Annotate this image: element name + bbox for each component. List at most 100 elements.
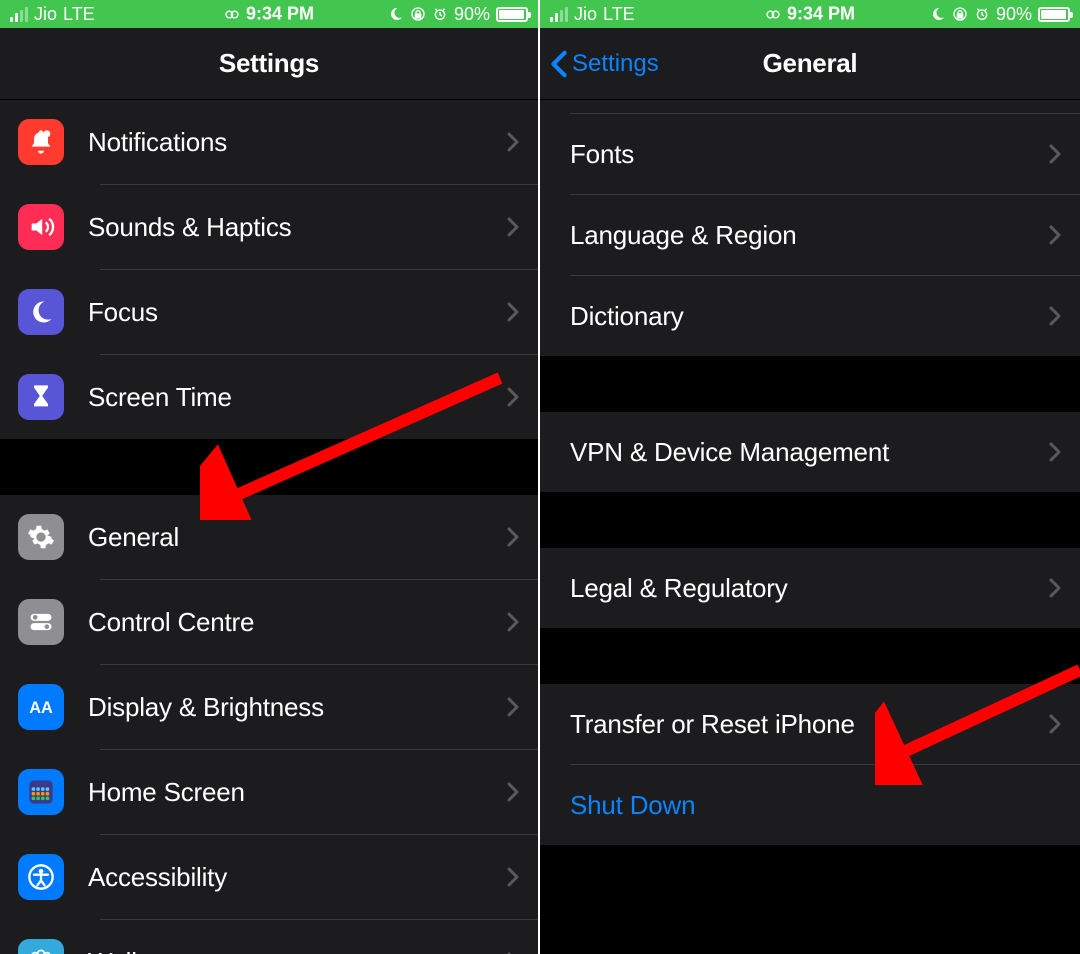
chevron-right-icon <box>1048 713 1062 735</box>
settings-row-display[interactable]: AA Display & Brightness <box>0 665 538 749</box>
partial-row <box>570 100 1080 114</box>
chevron-right-icon <box>506 216 520 238</box>
section-gap <box>540 628 1080 684</box>
section-gap <box>540 356 1080 412</box>
settings-row-label: Home Screen <box>88 777 506 808</box>
chevron-right-icon <box>506 526 520 548</box>
network-label: LTE <box>63 4 95 25</box>
settings-row-transfer[interactable]: Transfer or Reset iPhone <box>540 684 1080 764</box>
settings-row-general[interactable]: General <box>0 495 538 579</box>
flower-icon <box>18 939 64 954</box>
settings-row-label: Accessibility <box>88 862 506 893</box>
settings-group <box>540 100 1080 114</box>
nav-bar: Settings <box>0 28 538 100</box>
aa-icon: AA <box>18 684 64 730</box>
grid-icon <box>18 769 64 815</box>
settings-row-label: Notifications <box>88 127 506 158</box>
status-time: 9:34 PM <box>246 4 314 25</box>
settings-row-label: Focus <box>88 297 506 328</box>
orientation-lock-icon <box>410 6 426 22</box>
network-label: LTE <box>603 4 635 25</box>
section-gap <box>0 439 538 495</box>
settings-group: VPN & Device Management <box>540 412 1080 492</box>
chevron-right-icon <box>506 781 520 803</box>
chevron-right-icon <box>1048 577 1062 599</box>
settings-group: Transfer or Reset iPhone Shut Down <box>540 684 1080 845</box>
settings-group: Legal & Regulatory <box>540 548 1080 628</box>
signal-icon <box>550 6 568 22</box>
settings-row-sounds[interactable]: Sounds & Haptics <box>0 185 538 269</box>
page-title: Settings <box>219 48 319 79</box>
settings-row-shutdown[interactable]: Shut Down <box>540 765 1080 845</box>
chevron-right-icon <box>1048 305 1062 327</box>
settings-row-homescreen[interactable]: Home Screen <box>0 750 538 834</box>
chevron-right-icon <box>506 131 520 153</box>
dnd-moon-icon <box>388 6 404 22</box>
settings-row-label: Shut Down <box>570 790 1062 821</box>
carrier-label: Jio <box>34 4 57 25</box>
settings-row-label: VPN & Device Management <box>570 437 1048 468</box>
settings-row-label: Transfer or Reset iPhone <box>570 709 1048 740</box>
chevron-right-icon <box>506 301 520 323</box>
settings-row-wallpaper[interactable]: Wallpaper <box>0 920 538 954</box>
settings-row-accessibility[interactable]: Accessibility <box>0 835 538 919</box>
settings-row-label: Dictionary <box>570 301 1048 332</box>
alarm-icon <box>432 6 448 22</box>
speaker-icon <box>18 204 64 250</box>
general-scroll[interactable]: Fonts Language & Region Dictionary VPN & De… <box>540 100 1080 954</box>
carrier-label: Jio <box>574 4 597 25</box>
chevron-right-icon <box>1048 441 1062 463</box>
settings-row-vpn[interactable]: VPN & Device Management <box>540 412 1080 492</box>
settings-group: General Control Centre AA Display & Brightn… <box>0 495 538 954</box>
orientation-lock-icon <box>952 6 968 22</box>
status-bar: Jio LTE 9:34 PM 90% <box>540 0 1080 28</box>
settings-row-label: Language & Region <box>570 220 1048 251</box>
settings-row-legal[interactable]: Legal & Regulatory <box>540 548 1080 628</box>
dnd-moon-icon <box>930 6 946 22</box>
hotspot-icon <box>224 6 240 22</box>
chevron-right-icon <box>1048 143 1062 165</box>
page-title: General <box>763 48 858 79</box>
settings-scroll[interactable]: Notifications Sounds & Haptics Focus Screen… <box>0 100 538 954</box>
settings-row-label: Sounds & Haptics <box>88 212 506 243</box>
settings-row-dictionary[interactable]: Dictionary <box>540 276 1080 356</box>
chevron-right-icon <box>506 696 520 718</box>
battery-pct: 90% <box>996 4 1032 25</box>
settings-row-fonts[interactable]: Fonts <box>540 114 1080 194</box>
back-label: Settings <box>572 50 659 78</box>
screenshot-settings-root: Jio LTE 9:34 PM 90% <box>0 0 540 954</box>
settings-row-label: Control Centre <box>88 607 506 638</box>
settings-row-screentime[interactable]: Screen Time <box>0 355 538 439</box>
chevron-right-icon <box>506 611 520 633</box>
settings-row-label: Legal & Regulatory <box>570 573 1048 604</box>
signal-icon <box>10 6 28 22</box>
settings-row-label: General <box>88 522 506 553</box>
section-gap <box>540 845 1080 915</box>
section-gap <box>540 492 1080 548</box>
settings-row-controlcentre[interactable]: Control Centre <box>0 580 538 664</box>
nav-bar: Settings General <box>540 28 1080 100</box>
access-icon <box>18 854 64 900</box>
settings-row-focus[interactable]: Focus <box>0 270 538 354</box>
back-button[interactable]: Settings <box>550 50 659 78</box>
battery-pct: 90% <box>454 4 490 25</box>
settings-row-label: Screen Time <box>88 382 506 413</box>
settings-row-label: Wallpaper <box>88 947 506 954</box>
settings-row-notifications[interactable]: Notifications <box>0 100 538 184</box>
chevron-right-icon <box>1048 224 1062 246</box>
alarm-icon <box>974 6 990 22</box>
hourglass-icon <box>18 374 64 420</box>
settings-group: Notifications Sounds & Haptics Focus Screen… <box>0 100 538 439</box>
settings-row-lang[interactable]: Language & Region <box>540 195 1080 275</box>
chevron-right-icon <box>506 386 520 408</box>
settings-row-label: Display & Brightness <box>88 692 506 723</box>
settings-group: Fonts Language & Region Dictionary <box>540 114 1080 356</box>
hotspot-icon <box>765 6 781 22</box>
status-bar: Jio LTE 9:34 PM 90% <box>0 0 538 28</box>
chevron-right-icon <box>506 866 520 888</box>
svg-text:AA: AA <box>29 699 53 717</box>
battery-icon <box>496 7 528 22</box>
moon-icon <box>18 289 64 335</box>
status-time: 9:34 PM <box>787 4 855 25</box>
screenshot-general: Jio LTE 9:34 PM 90% <box>540 0 1080 954</box>
